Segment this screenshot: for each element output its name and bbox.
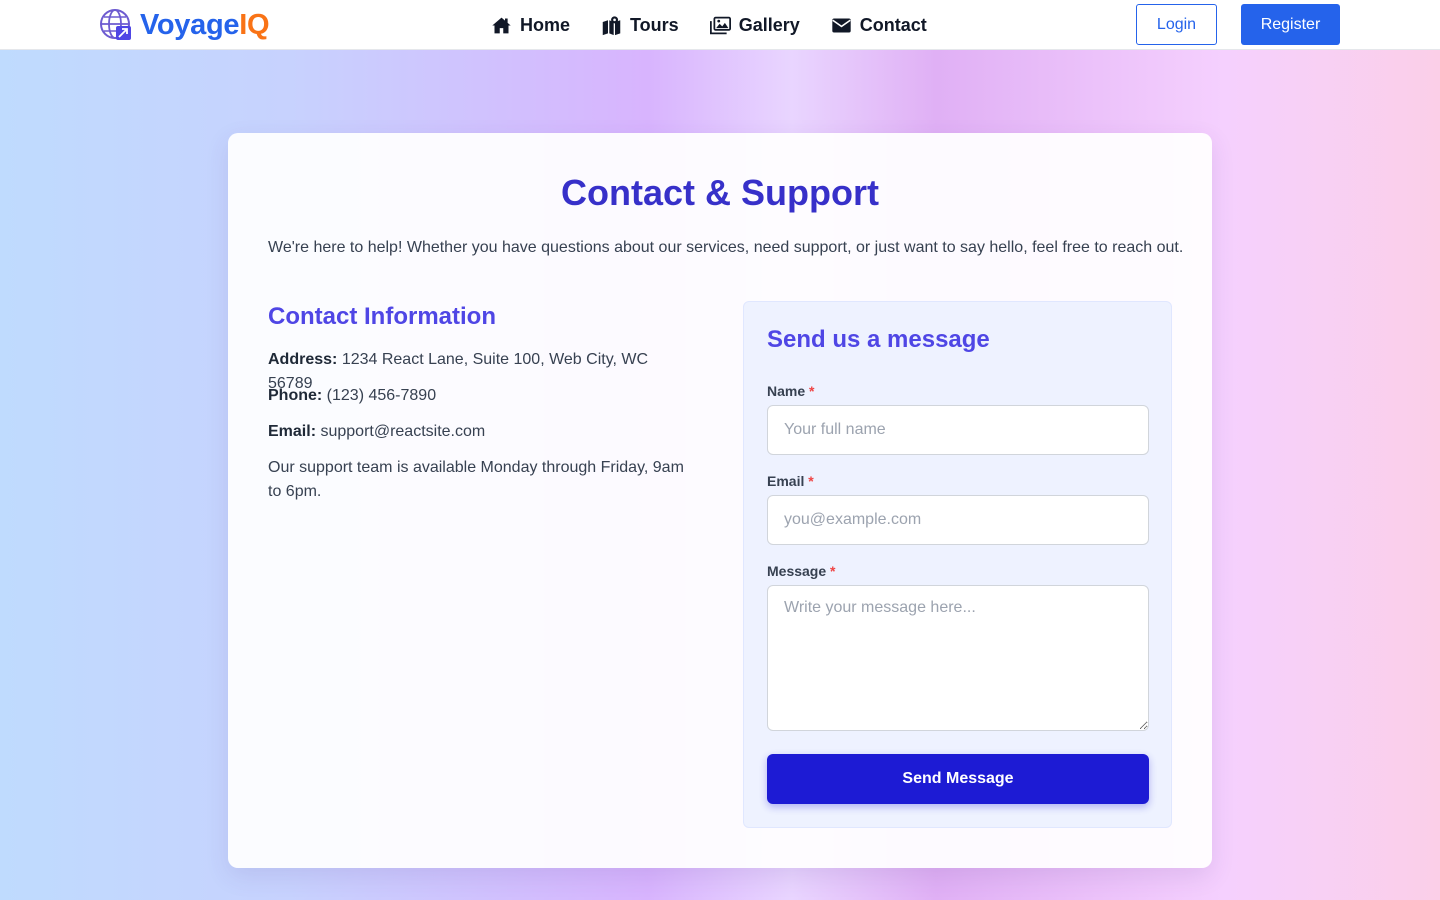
email-input[interactable] [767,495,1149,545]
nav-item-contact[interactable]: Contact [831,15,927,36]
map-icon [602,15,621,35]
required-marker: * [809,383,815,399]
globe-plane-icon [100,9,131,40]
availability-text: Our support team is available Monday thr… [268,459,684,500]
navbar: VoyageIQ Home Tours Gallery Contact Logi… [0,0,1440,50]
contact-card: Contact & Support We're here to help! Wh… [228,133,1212,868]
brand-name-iq: IQ [239,8,270,41]
message-label: Message * [767,562,836,580]
email-label-text: Email [767,473,805,489]
nav-item-label: Home [520,14,571,35]
email-value: support@reactsite.com [320,423,486,440]
login-button[interactable]: Login [1136,4,1217,45]
nav-item-label: Contact [859,14,927,35]
page-intro: We're here to help! Whether you have que… [268,239,1184,256]
email-label: Email: [268,423,317,440]
send-message-button[interactable]: Send Message [767,754,1149,804]
nav-item-gallery[interactable]: Gallery [709,14,800,36]
email-label-field: Email * [767,472,814,490]
brand-name-voyage: Voyage [140,8,240,41]
name-label: Name * [767,382,814,400]
required-marker: * [808,473,814,489]
nav-item-tours[interactable]: Tours [601,15,679,36]
form-title: Send us a message [767,326,990,353]
email-line: Email: support@reactsite.com [268,420,688,444]
contact-info-title: Contact Information [268,303,496,330]
home-icon [492,17,511,33]
brand-name: VoyageIQ [140,8,270,41]
register-button[interactable]: Register [1241,4,1340,45]
message-label-text: Message [767,563,827,579]
page-title: Contact & Support [561,172,879,213]
required-marker: * [830,563,836,579]
envelope-icon [832,18,851,32]
phone-label: Phone: [268,387,323,404]
nav-item-label: Tours [630,14,679,35]
phone-value: (123) 456-7890 [326,387,437,404]
brand-logo[interactable]: VoyageIQ [99,8,270,42]
nav-item-home[interactable]: Home [491,15,570,36]
name-label-text: Name [767,383,806,399]
name-input[interactable] [767,405,1149,455]
main-nav: Home Tours Gallery Contact [491,0,927,50]
address-label: Address: [268,351,338,368]
contact-form: Send us a message Name * Email * Message… [743,301,1172,828]
images-icon [709,16,731,34]
message-textarea[interactable] [767,585,1149,731]
nav-item-label: Gallery [738,14,800,35]
phone-line: Phone: (123) 456-7890 [268,384,688,408]
